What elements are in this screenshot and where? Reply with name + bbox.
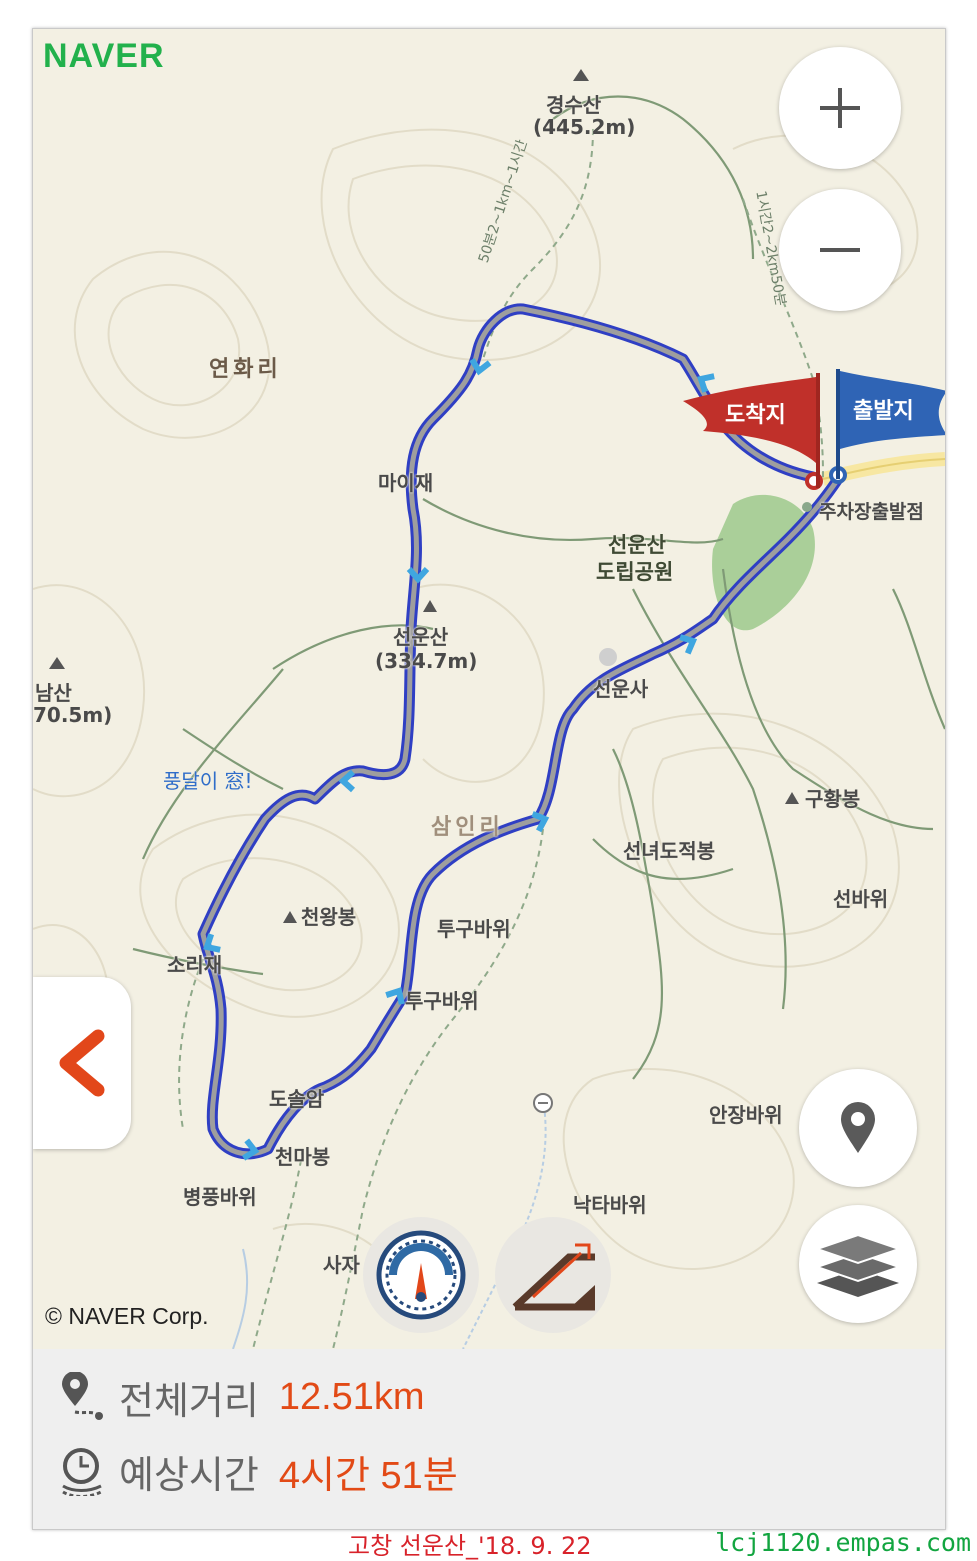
map-view[interactable]: NAVER 경수산 (445.2m) 연화리 마이재 선운산 도립공원 선운산 … <box>33 29 945 1349</box>
village-label: 연화리 <box>209 357 282 382</box>
park-label: 선운산 <box>608 533 666 557</box>
peak-label: 경수산 <box>546 93 602 117</box>
screenshot-frame: NAVER 경수산 (445.2m) 연화리 마이재 선운산 도립공원 선운산 … <box>32 28 946 1530</box>
my-location-button[interactable] <box>799 1069 917 1187</box>
location-pin-icon <box>841 1102 875 1153</box>
collapse-panel-button[interactable] <box>33 977 131 1149</box>
photo-caption: 고창 선운산_'18. 9. 22 <box>348 1532 592 1560</box>
slope-icon <box>512 1243 595 1311</box>
source-site: lcj1120.empas.com <box>715 1528 971 1557</box>
peak-elevation: (334.7m) <box>375 649 478 673</box>
distance-value: 12.51km <box>278 1375 425 1418</box>
speed-tool-button[interactable] <box>363 1217 479 1333</box>
zoom-out-button[interactable] <box>779 189 901 311</box>
peak-label: 남산 <box>35 681 72 705</box>
rock-label: 투구바위 <box>437 917 511 941</box>
rock-label: 안장바위 <box>709 1103 783 1127</box>
peak-label: 선녀도적봉 <box>623 839 715 863</box>
pass-label: 소리재 <box>167 953 223 977</box>
time-value: 4시간 51분 <box>278 1454 458 1497</box>
map-copyright: © NAVER Corp. <box>45 1303 209 1329</box>
zoom-in-button[interactable] <box>779 47 901 169</box>
route-distance-icon <box>62 1372 103 1420</box>
speedometer-icon <box>376 1230 466 1320</box>
elevation-tool-button[interactable] <box>495 1217 611 1333</box>
minus-icon <box>820 248 860 252</box>
temple-label: 선운사 <box>593 677 649 701</box>
rock-label: 병풍바위 <box>183 1185 257 1209</box>
rock-label: 투구바위 <box>405 989 479 1013</box>
map-layers-button[interactable] <box>799 1205 917 1323</box>
parking-label: 주차장출발점 <box>819 501 924 523</box>
route-summary-panel: 전체거리 12.51km 예상시간 4시간 51분 <box>33 1349 945 1529</box>
peak-label: 선운산 <box>393 625 449 649</box>
plus-icon <box>820 88 860 128</box>
peak-label: 구황봉 <box>805 787 861 811</box>
departure-flag: 출발지 <box>835 369 945 493</box>
rock-label: 선바위 <box>833 887 889 911</box>
time-label: 예상시간 <box>119 1452 259 1497</box>
time-row: 예상시간 4시간 51분 <box>59 1441 458 1501</box>
distance-label: 전체거리 <box>119 1378 259 1423</box>
rock-label: 낙타바위 <box>573 1193 647 1217</box>
estimated-time-icon <box>62 1448 102 1496</box>
park-label-2: 도립공원 <box>596 560 674 584</box>
peak-elevation: (445.2m) <box>533 115 636 139</box>
arrival-flag: 도착지 <box>683 373 823 497</box>
naver-logo: NAVER <box>43 37 165 75</box>
hermitage-label: 도솔암 <box>269 1087 325 1111</box>
layers-icon <box>813 1233 903 1297</box>
peak-elevation: 70.5m) <box>33 703 113 727</box>
trail-note: 풍달이 窓! <box>163 769 253 793</box>
departure-label: 출발지 <box>853 399 914 424</box>
area-label: 삼인리 <box>431 815 504 840</box>
chevron-left-icon <box>59 1029 105 1097</box>
arrival-label: 도착지 <box>725 403 786 428</box>
distance-row: 전체거리 12.51km <box>59 1367 425 1427</box>
pass-label: 마이재 <box>378 471 434 495</box>
rock-label: 사자 <box>323 1253 360 1277</box>
peak-label: 천왕봉 <box>301 905 357 929</box>
peak-label: 천마봉 <box>275 1145 331 1169</box>
